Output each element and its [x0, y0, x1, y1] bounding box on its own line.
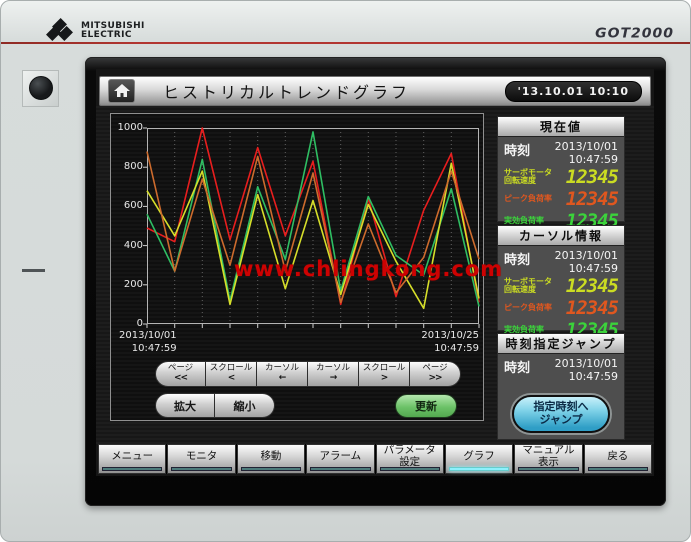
time-value: 2013/10/01 10:47:59	[555, 249, 618, 275]
value-row: ピーク負荷率 12345	[504, 297, 618, 319]
servo-speed-value: 12345	[566, 275, 618, 297]
x-end-label: 2013/10/25 10:47:59	[421, 330, 479, 355]
time-label: 時刻	[504, 357, 530, 376]
update-button[interactable]: 更新	[395, 394, 457, 418]
trend-nav-buttons: ページ << スクロール < カーソル ← カーソル → スクロール >	[155, 361, 461, 387]
menu-button-parameter[interactable]: パラメータ 設定	[376, 444, 444, 474]
cursor-right-button[interactable]: カーソル →	[308, 361, 359, 387]
y-tick-label: 1000	[113, 122, 143, 133]
current-value-panel: 現在値 時刻 2013/10/01 10:47:59 サーボモータ 回転速度 1…	[497, 116, 625, 222]
page-forward-button[interactable]: ページ >>	[410, 361, 461, 387]
zoom-buttons: 拡大 縮小	[155, 393, 275, 418]
panel-title: カーソル情報	[498, 226, 624, 246]
y-tick-label: 800	[113, 161, 143, 172]
menu-button-monitor[interactable]: モニタ	[167, 444, 235, 474]
time-jump-panel: 時刻指定ジャンプ 時刻 2013/10/01 10:47:59 指定時刻へ ジャ…	[497, 333, 625, 440]
trend-plot	[147, 128, 479, 324]
menu-button-move[interactable]: 移動	[237, 444, 305, 474]
menu-button-back[interactable]: 戻る	[584, 444, 652, 474]
value-row: サーボモータ 回転速度 12345	[504, 275, 618, 297]
zoom-in-button[interactable]: 拡大	[155, 393, 215, 418]
value-row: サーボモータ 回転速度 12345	[504, 166, 618, 188]
panel-title: 現在値	[498, 117, 624, 137]
brand-logo: MITSUBISHI ELECTRIC	[45, 21, 145, 40]
y-tick-label: 200	[113, 279, 143, 290]
cursor-left-button[interactable]: カーソル ←	[257, 361, 308, 387]
trend-plot-svg	[147, 128, 479, 324]
mitsubishi-diamond-icon	[45, 21, 75, 40]
hmi-device-bezel: MITSUBISHI ELECTRIC GOT2000 ヒストリカルトレンドグラ…	[0, 0, 691, 542]
y-tick-label: 400	[113, 240, 143, 251]
panel-title: 時刻指定ジャンプ	[498, 334, 624, 354]
value-row: ピーク負荷率 12345	[504, 188, 618, 210]
page-back-button[interactable]: ページ <<	[155, 361, 206, 387]
scroll-forward-button[interactable]: スクロール >	[359, 361, 410, 387]
bottom-menu-bar: メニュー モニタ 移動 アラーム パラメータ 設定 グラフ マニュアル 表示 戻…	[98, 444, 652, 474]
y-tick-label: 600	[113, 200, 143, 211]
time-value: 2013/10/01 10:47:59	[555, 357, 618, 383]
menu-button-menu[interactable]: メニュー	[98, 444, 166, 474]
home-icon	[114, 84, 130, 98]
scroll-back-button[interactable]: スクロール <	[206, 361, 257, 387]
bezel-marker	[22, 269, 45, 272]
watermark-text: www.chlingkong.com	[234, 257, 503, 281]
jump-to-time-button[interactable]: 指定時刻へ ジャンプ	[512, 395, 610, 433]
time-label: 時刻	[504, 249, 530, 268]
peak-load-value: 12345	[566, 188, 618, 210]
zoom-out-button[interactable]: 縮小	[215, 393, 275, 418]
servo-speed-value: 12345	[566, 166, 618, 188]
cursor-info-panel: カーソル情報 時刻 2013/10/01 10:47:59 サーボモータ 回転速…	[497, 225, 625, 331]
page-title: ヒストリカルトレンドグラフ	[163, 79, 505, 103]
menu-button-alarm[interactable]: アラーム	[306, 444, 374, 474]
menu-button-graph[interactable]: グラフ	[445, 444, 513, 474]
x-start-label: 2013/10/01 10:47:59	[119, 330, 177, 355]
home-button[interactable]	[108, 79, 135, 103]
brand-text: MITSUBISHI ELECTRIC	[81, 22, 145, 40]
lcd-screen: ヒストリカルトレンドグラフ '13.10.01 10:10 1000 800 6…	[96, 69, 654, 476]
bezel-accent-line	[1, 42, 691, 44]
model-logo: GOT2000	[595, 27, 674, 42]
front-sensor	[22, 70, 59, 107]
menu-button-manual[interactable]: マニュアル 表示	[514, 444, 582, 474]
time-value: 2013/10/01 10:47:59	[555, 140, 618, 166]
time-label: 時刻	[504, 140, 530, 159]
sensor-lens-icon	[29, 76, 53, 100]
y-tick-label: 0	[113, 318, 143, 329]
title-bar: ヒストリカルトレンドグラフ '13.10.01 10:10	[99, 76, 651, 106]
peak-load-value: 12345	[566, 297, 618, 319]
clock-display: '13.10.01 10:10	[505, 81, 643, 102]
